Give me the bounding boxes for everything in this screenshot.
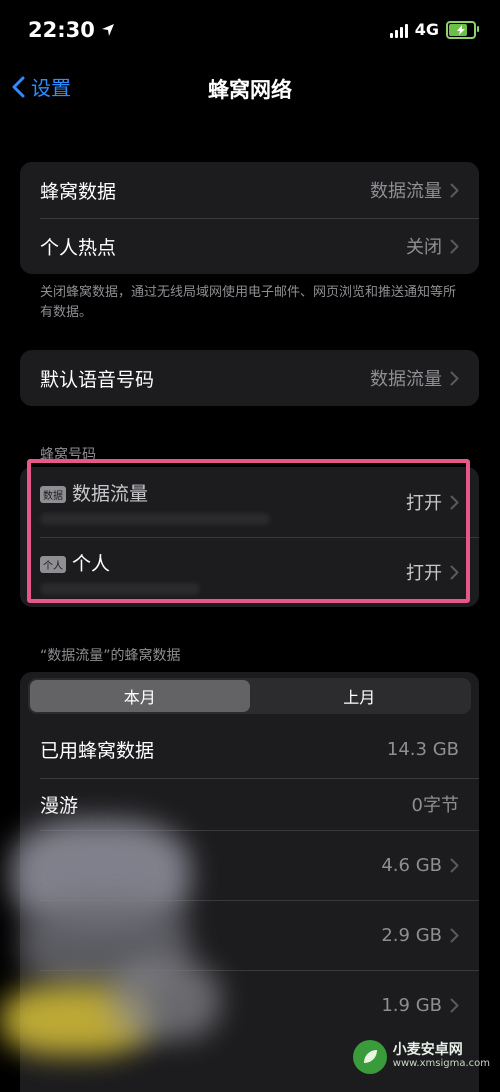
- row-value: 0字节: [411, 795, 459, 816]
- row-value: 1.9 GB: [381, 994, 442, 1016]
- usage-section-header: “数据流量”的蜂窝数据: [40, 648, 181, 664]
- sim-status: 打开: [406, 493, 442, 514]
- sim-badge: 个人: [40, 556, 66, 573]
- row-label: 默认语音号码: [40, 368, 155, 391]
- page-title: 蜂窝网络: [208, 78, 292, 102]
- sim-name: 数据流量: [72, 483, 149, 505]
- network-type: 4G: [414, 20, 439, 39]
- time-text: 22:30: [28, 18, 95, 42]
- sim-section-header: 蜂窝号码: [40, 447, 96, 463]
- row-sim-personal[interactable]: 个人 个人 打开: [20, 537, 479, 607]
- sim-name: 个人: [72, 553, 111, 575]
- chevron-right-icon: [450, 239, 459, 253]
- row-personal-hotspot[interactable]: 个人热点 关闭: [20, 218, 479, 274]
- cellular-settings-group: 蜂窝数据 数据流量 个人热点 关闭: [20, 162, 479, 274]
- row-label: 个人热点: [40, 236, 117, 259]
- chevron-right-icon: [450, 183, 459, 197]
- row-sim-data[interactable]: 数据 数据流量 打开: [20, 467, 479, 537]
- tab-last-month[interactable]: 上月: [250, 680, 470, 712]
- chevron-right-icon: [450, 565, 459, 579]
- sim-group: 数据 数据流量 打开 个人 个人 打开: [20, 467, 479, 607]
- row-value: 2.9 GB: [381, 924, 442, 946]
- row-value: 关闭: [406, 237, 442, 258]
- chevron-right-icon: [450, 858, 459, 872]
- navigation-bar: 设置 蜂窝网络: [0, 66, 500, 112]
- watermark-title: 小麦安卓网: [392, 1042, 463, 1058]
- chevron-right-icon: [450, 371, 459, 385]
- blurred-phone-number: [40, 583, 200, 595]
- default-voice-group: 默认语音号码 数据流量: [20, 350, 479, 406]
- row-label: 漫游: [40, 794, 79, 817]
- location-arrow-icon: [101, 24, 114, 36]
- battery-charging-icon: [446, 20, 479, 39]
- cellular-data-footnote: 关闭蜂窝数据，通过无线局域网使用电子邮件、网页浏览和推送通知等所有数据。: [40, 285, 457, 320]
- chevron-right-icon: [450, 495, 459, 509]
- row-cellular-data[interactable]: 蜂窝数据 数据流量: [20, 162, 479, 218]
- status-indicators: 4G: [389, 20, 479, 39]
- cellular-signal-icon: [389, 22, 408, 38]
- sim-status: 打开: [406, 563, 442, 584]
- row-value: 数据流量: [370, 181, 442, 202]
- watermark-url: www.xmsigma.com: [392, 1058, 490, 1069]
- row-label: 已用蜂窝数据: [40, 739, 155, 762]
- row-label: 蜂窝数据: [40, 180, 117, 203]
- leaf-logo-icon: [352, 1040, 387, 1074]
- chevron-right-icon: [450, 998, 459, 1012]
- tab-this-month[interactable]: 本月: [30, 680, 250, 712]
- chevron-right-icon: [450, 928, 459, 942]
- row-used-cellular-data: 已用蜂窝数据 14.3 GB: [20, 720, 479, 778]
- row-default-voice-number[interactable]: 默认语音号码 数据流量: [20, 350, 479, 406]
- blurred-phone-number: [40, 513, 270, 525]
- blurred-app-name: [110, 960, 220, 1040]
- row-value: 14.3 GB: [386, 738, 459, 760]
- sim-badge: 数据: [40, 486, 66, 503]
- status-time: 22:30: [28, 18, 115, 42]
- period-segmented-control: 本月 上月: [28, 678, 471, 714]
- status-bar: 22:30 4G: [0, 0, 500, 62]
- row-value: 4.6 GB: [381, 854, 442, 876]
- row-value: 数据流量: [370, 369, 442, 390]
- watermark: 小麦安卓网 www.xmsigma.com: [352, 1040, 490, 1074]
